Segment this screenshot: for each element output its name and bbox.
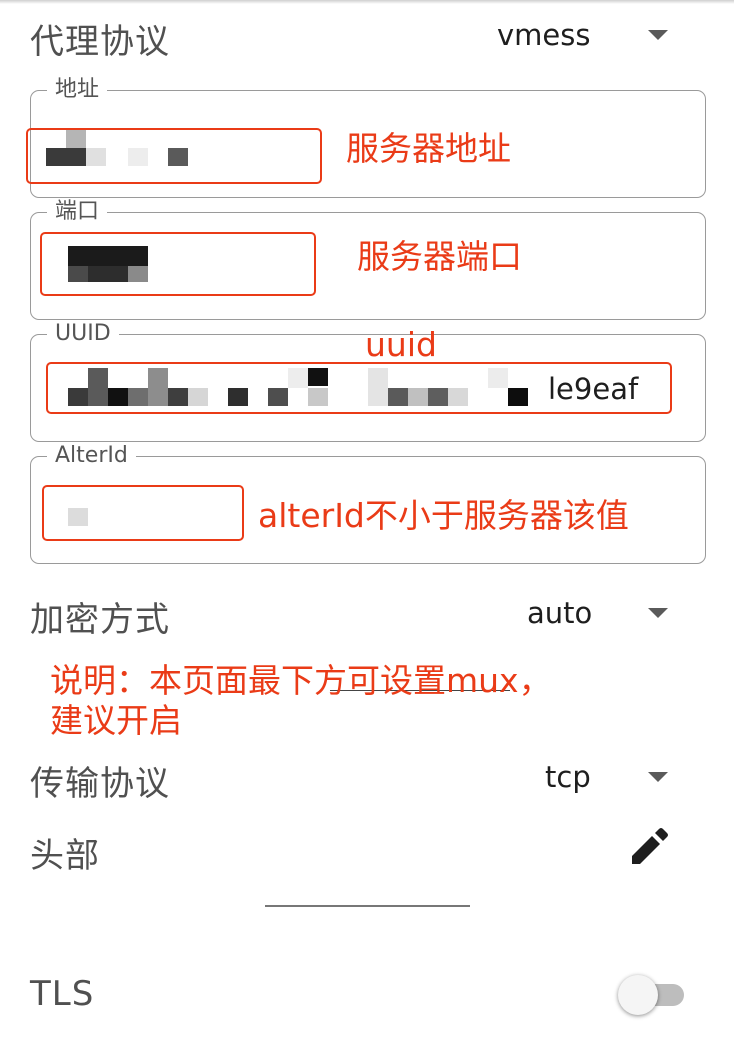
divider (265, 905, 470, 907)
alterid-label: AlterId (47, 444, 136, 468)
tls-toggle[interactable] (618, 975, 686, 1015)
toggle-thumb (618, 975, 658, 1015)
port-annotation-box (40, 232, 316, 296)
caret-down-icon (648, 608, 668, 618)
transport-select[interactable]: tcp (528, 752, 690, 802)
encryption-value: auto (527, 596, 593, 630)
pencil-icon (632, 828, 668, 864)
port-label: 端口 (47, 200, 108, 224)
caret-down-icon (648, 772, 668, 782)
encryption-label: 加密方式 (30, 600, 170, 640)
protocol-value: vmess (497, 18, 591, 52)
transport-label: 传输协议 (30, 764, 170, 804)
server-config-screen: 代理协议 vmess 地址 服务器地址 端口 服务器端口 UUID uuid l… (0, 0, 734, 1053)
encryption-select[interactable]: auto (510, 588, 690, 638)
protocol-select[interactable]: vmess (480, 10, 690, 60)
alterid-annotation-box (42, 485, 244, 541)
uuid-annotation: uuid (365, 325, 437, 364)
address-annotation: 服务器地址 (346, 129, 511, 168)
uuid-label: UUID (47, 322, 119, 346)
uuid-annotation-box (46, 362, 672, 414)
address-annotation-box (26, 128, 322, 184)
caret-down-icon (648, 30, 668, 40)
transport-value: tcp (545, 760, 591, 794)
address-label: 地址 (47, 78, 108, 102)
top-shadow (0, 0, 734, 4)
header-label: 头部 (30, 836, 100, 876)
tls-label: TLS (30, 974, 95, 1014)
note-line-1: 说明：本页面最下方可设置mux， (50, 661, 552, 700)
header-edit-button[interactable] (622, 822, 674, 874)
alterid-annotation: alterId不小于服务器该值 (258, 496, 629, 535)
port-annotation: 服务器端口 (357, 237, 522, 276)
note-line-2: 建议开启 (50, 701, 182, 740)
protocol-label: 代理协议 (30, 22, 170, 62)
